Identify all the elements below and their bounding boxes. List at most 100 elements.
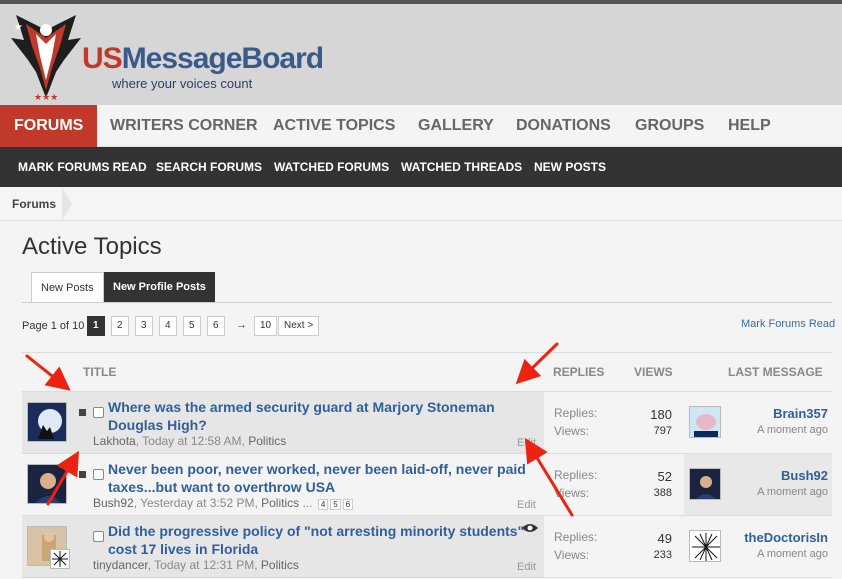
thread-meta: tinydancer, Today at 12:31 PM, Politics xyxy=(93,558,299,572)
thread-title-link[interactable]: Did the progressive policy of "not arres… xyxy=(108,522,532,558)
last-message-cell: Brain357 A moment ago xyxy=(684,392,832,453)
nav-tab-gallery[interactable]: GALLERY xyxy=(418,105,494,147)
avatar[interactable] xyxy=(27,402,67,442)
subnav-new-posts[interactable]: NEW POSTS xyxy=(534,147,606,187)
views-count: 388 xyxy=(653,487,672,499)
page-link-1[interactable]: 1 xyxy=(87,316,105,336)
header-title[interactable]: TITLE xyxy=(83,353,116,391)
thread-pages-ellipsis: ... xyxy=(302,496,313,510)
views-label: Views: xyxy=(554,486,590,500)
thread-meta: Bush92, Yesterday at 3:52 PM, Politics .… xyxy=(93,496,354,510)
thread-main-cell: Never been poor, never worked, never bee… xyxy=(22,454,544,515)
tab-new-posts[interactable]: New Posts xyxy=(31,272,104,303)
tab-new-profile-posts[interactable]: New Profile Posts xyxy=(104,272,215,303)
header-last-message[interactable]: LAST MESSAGE xyxy=(728,353,823,391)
header-replies[interactable]: REPLIES xyxy=(553,353,604,391)
table-header: TITLE REPLIES VIEWS LAST MESSAGE xyxy=(22,352,832,392)
thread-forum[interactable]: Politics xyxy=(261,558,299,572)
last-poster-name[interactable]: theDoctorisIn xyxy=(744,530,828,545)
nav-tab-forums[interactable]: FORUMS xyxy=(0,105,98,147)
nav-tab-groups[interactable]: GROUPS xyxy=(635,105,704,147)
page-link-10[interactable]: 10 xyxy=(254,316,278,336)
mark-forums-read-link[interactable]: Mark Forums Read xyxy=(741,318,835,330)
page-link-2[interactable]: 2 xyxy=(111,316,129,336)
thread-forum[interactable]: Politics xyxy=(261,496,299,510)
thread-main-cell: Where was the armed security guard at Ma… xyxy=(22,392,544,453)
table-row: Did the progressive policy of "not arres… xyxy=(22,516,832,578)
replies-count: 52 xyxy=(657,469,672,484)
subnav-watched-forums[interactable]: WATCHED FORUMS xyxy=(274,147,389,187)
replies-label: Replies: xyxy=(554,406,598,420)
last-post-time[interactable]: A moment ago xyxy=(757,424,828,436)
next-page-button[interactable]: Next > xyxy=(278,316,320,336)
views-label: Views: xyxy=(554,424,590,438)
pager-arrow-icon: → xyxy=(236,319,247,331)
last-poster-avatar[interactable] xyxy=(689,406,721,438)
thread-select-checkbox[interactable] xyxy=(93,531,104,542)
thread-title-link[interactable]: Where was the armed security guard at Ma… xyxy=(108,398,532,434)
last-post-time[interactable]: A moment ago xyxy=(757,486,828,498)
breadcrumb: Forums xyxy=(0,187,842,221)
thread-author[interactable]: tinydancer xyxy=(93,558,148,572)
last-poster-name[interactable]: Brain357 xyxy=(773,406,828,421)
unread-marker-icon xyxy=(79,471,86,478)
avatar[interactable] xyxy=(27,464,67,504)
nav-tab-active-topics[interactable]: ACTIVE TOPICS xyxy=(273,105,395,147)
thread-main-cell: Did the progressive policy of "not arres… xyxy=(22,516,544,577)
edit-link[interactable]: Edit xyxy=(517,437,536,449)
thread-stats: Replies: 180 Views: 797 xyxy=(546,392,684,453)
sub-nav: MARK FORUMS READ SEARCH FORUMS WATCHED F… xyxy=(0,147,842,187)
subnav-watched-threads[interactable]: WATCHED THREADS xyxy=(401,147,522,187)
thread-time[interactable]: Yesterday at 3:52 PM xyxy=(140,496,254,510)
thread-page-link-6[interactable]: 6 xyxy=(342,499,354,510)
table-row: Where was the armed security guard at Ma… xyxy=(22,392,832,454)
breadcrumb-forums[interactable]: Forums xyxy=(0,187,68,221)
replies-label: Replies: xyxy=(554,468,598,482)
thread-page-link-4[interactable]: 4 xyxy=(317,499,329,510)
thread-forum[interactable]: Politics xyxy=(248,434,286,448)
pager-label: Page 1 of 10 xyxy=(22,320,85,332)
meta-sep: , xyxy=(254,558,261,572)
page-title: Active Topics xyxy=(22,233,162,260)
unread-marker-icon xyxy=(79,409,86,416)
eagle-logo-icon[interactable]: ★ ★★★ xyxy=(6,10,86,102)
thread-time[interactable]: Today at 12:58 AM xyxy=(142,434,241,448)
edit-link[interactable]: Edit xyxy=(517,561,536,573)
thread-stats: Replies: 49 Views: 233 xyxy=(546,516,684,577)
replies-label: Replies: xyxy=(554,530,598,544)
thread-page-link-5[interactable]: 5 xyxy=(330,499,341,510)
site-header: ★ ★★★ USMessageBoard where your voices c… xyxy=(0,0,842,105)
views-label: Views: xyxy=(554,548,590,562)
page-link-5[interactable]: 5 xyxy=(183,316,201,336)
main-nav: FORUMS WRITERS CORNER ACTIVE TOPICS GALL… xyxy=(0,105,842,147)
last-post-time[interactable]: A moment ago xyxy=(757,548,828,560)
header-views[interactable]: VIEWS xyxy=(634,353,673,391)
subnav-search-forums[interactable]: SEARCH FORUMS xyxy=(156,147,262,187)
page-link-6[interactable]: 6 xyxy=(207,316,225,336)
thread-select-checkbox[interactable] xyxy=(93,469,104,480)
views-count: 233 xyxy=(653,549,672,561)
page-link-3[interactable]: 3 xyxy=(135,316,153,336)
nav-tab-help[interactable]: HELP xyxy=(728,105,771,147)
nav-tab-donations[interactable]: DONATIONS xyxy=(516,105,611,147)
thread-time[interactable]: Today at 12:31 PM xyxy=(154,558,254,572)
edit-link[interactable]: Edit xyxy=(517,499,536,511)
thread-author[interactable]: Lakhota xyxy=(93,434,136,448)
last-poster-name[interactable]: Bush92 xyxy=(781,468,828,483)
page-link-4[interactable]: 4 xyxy=(159,316,177,336)
subnav-mark-forums-read[interactable]: MARK FORUMS READ xyxy=(18,147,147,187)
thread-title-link[interactable]: Never been poor, never worked, never bee… xyxy=(108,460,532,496)
last-poster-avatar[interactable] xyxy=(689,468,721,500)
thread-select-checkbox[interactable] xyxy=(93,407,104,418)
replies-count: 180 xyxy=(650,407,672,422)
nav-tab-writers-corner[interactable]: WRITERS CORNER xyxy=(110,105,258,147)
logo-messageboard: MessageBoard xyxy=(121,42,324,75)
site-tagline: where your voices count xyxy=(112,76,253,91)
replies-count: 49 xyxy=(657,531,672,546)
watched-eye-icon xyxy=(522,522,538,537)
tab-divider xyxy=(22,302,832,303)
site-logo-text[interactable]: USMessageBoard xyxy=(82,42,324,76)
thread-author[interactable]: Bush92 xyxy=(93,496,134,510)
svg-text:★★★: ★★★ xyxy=(34,92,58,102)
last-poster-avatar[interactable] xyxy=(689,530,721,562)
